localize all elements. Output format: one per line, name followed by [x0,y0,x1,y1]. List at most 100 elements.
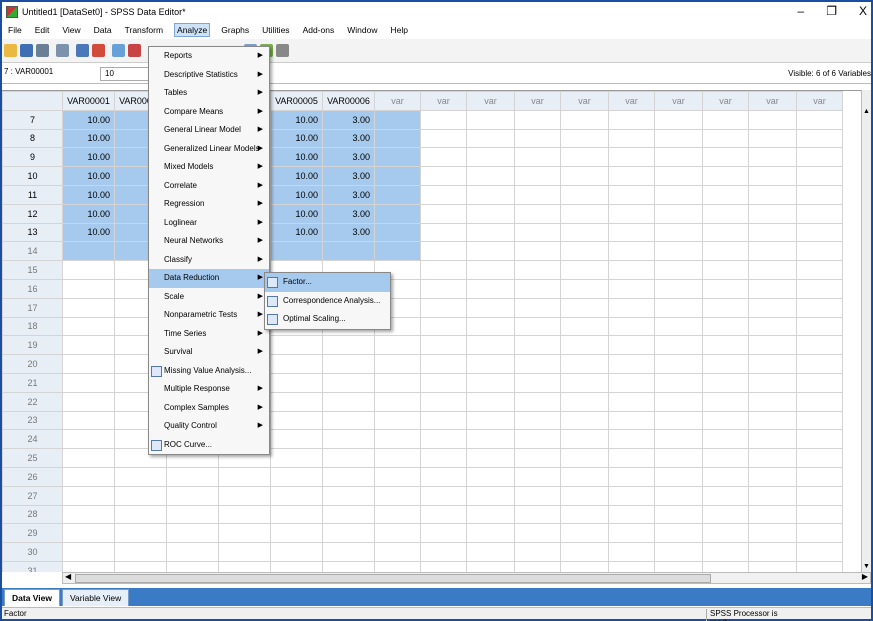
data-cell[interactable] [114,504,167,525]
data-cell[interactable] [654,391,703,412]
data-cell[interactable] [466,372,515,393]
data-cell[interactable] [654,542,703,562]
data-cell[interactable] [560,429,609,450]
data-cell[interactable] [466,147,515,168]
data-cell[interactable] [466,335,515,356]
goto-case-icon[interactable] [112,44,125,57]
data-cell[interactable] [466,523,515,544]
data-cell[interactable] [654,297,703,318]
data-cell[interactable] [62,335,115,356]
data-cell[interactable] [514,222,561,243]
data-cell[interactable] [374,542,421,562]
data-cell[interactable] [702,147,749,168]
data-cell[interactable] [608,316,655,337]
data-cell[interactable] [420,560,467,572]
data-cell[interactable] [322,335,375,356]
data-cell[interactable] [608,372,655,393]
data-cell[interactable] [560,354,609,374]
data-cell[interactable] [608,542,655,562]
data-cell[interactable] [62,372,115,393]
data-cell[interactable] [608,523,655,544]
data-cell[interactable] [702,391,749,412]
data-cell[interactable] [218,485,271,506]
open-icon[interactable] [4,44,17,57]
data-cell[interactable] [796,560,843,572]
data-cell[interactable] [560,372,609,393]
menu-graphs[interactable]: Graphs [219,24,251,36]
data-cell[interactable] [796,260,843,280]
data-cell[interactable] [420,391,467,412]
data-cell[interactable] [654,504,703,525]
row-number[interactable]: 8 [2,128,63,149]
data-cell[interactable] [702,542,749,562]
data-cell[interactable]: 10.00 [62,184,115,205]
data-cell[interactable] [166,504,219,525]
data-cell[interactable] [608,429,655,450]
data-cell[interactable] [514,166,561,186]
data-cell[interactable] [62,410,115,431]
menu-utilities[interactable]: Utilities [260,24,291,36]
row-number[interactable]: 29 [2,523,63,544]
data-cell[interactable] [466,354,515,374]
data-cell[interactable] [748,297,797,318]
data-cell[interactable] [748,109,797,130]
analyze-item-classify[interactable]: Classify ▶ [149,251,269,270]
data-cell[interactable] [374,222,421,243]
data-cell[interactable] [654,166,703,186]
menu-add-ons[interactable]: Add-ons [301,24,337,36]
horizontal-scroll-thumb[interactable] [75,574,711,583]
data-cell[interactable] [560,466,609,487]
data-cell[interactable] [514,241,561,262]
data-cell[interactable] [560,278,609,299]
data-cell[interactable] [796,429,843,450]
data-cell[interactable] [322,448,375,468]
row-number[interactable]: 24 [2,429,63,450]
tab-data-view[interactable]: Data View [4,589,61,606]
data-cell[interactable]: 10.00 [62,109,115,130]
restore-button[interactable]: ❐ [826,4,837,18]
analyze-item-tables[interactable]: Tables ▶ [149,84,269,103]
data-cell[interactable] [560,222,609,243]
data-cell[interactable] [322,241,375,262]
data-cell[interactable] [702,109,749,130]
data-cell[interactable] [608,128,655,149]
data-cell[interactable] [654,354,703,374]
data-cell[interactable] [608,166,655,186]
row-number[interactable]: 13 [2,222,63,243]
column-header[interactable]: var [608,91,655,111]
data-cell[interactable] [654,278,703,299]
data-cell[interactable] [374,128,421,149]
data-cell[interactable] [514,560,561,572]
data-cell[interactable] [62,260,115,280]
data-cell[interactable]: 10.00 [62,128,115,149]
data-cell[interactable] [654,485,703,506]
data-cell[interactable] [322,542,375,562]
analyze-item-roc-curve[interactable]: ROC Curve... [149,436,269,455]
data-cell[interactable] [466,560,515,572]
column-header[interactable]: var [796,91,843,111]
data-cell[interactable] [702,260,749,280]
submenu-item-factor[interactable]: Factor... [265,273,390,292]
data-cell[interactable] [420,184,467,205]
row-number[interactable]: 25 [2,448,63,468]
show-all-icon[interactable] [276,44,289,57]
data-cell[interactable] [420,372,467,393]
data-cell[interactable] [420,335,467,356]
data-cell[interactable] [218,523,271,544]
data-cell[interactable] [702,241,749,262]
data-cell[interactable] [62,466,115,487]
data-cell[interactable] [608,466,655,487]
data-cell[interactable] [322,429,375,450]
data-cell[interactable] [608,504,655,525]
data-cell[interactable] [218,504,271,525]
data-cell[interactable] [374,560,421,572]
data-cell[interactable] [514,184,561,205]
data-cell[interactable]: 10.00 [270,147,323,168]
close-button[interactable]: X [859,4,867,18]
undo-icon[interactable] [76,44,89,57]
data-cell[interactable] [322,523,375,544]
data-cell[interactable] [218,542,271,562]
data-cell[interactable] [466,429,515,450]
data-cell[interactable] [796,410,843,431]
data-cell[interactable] [796,109,843,130]
